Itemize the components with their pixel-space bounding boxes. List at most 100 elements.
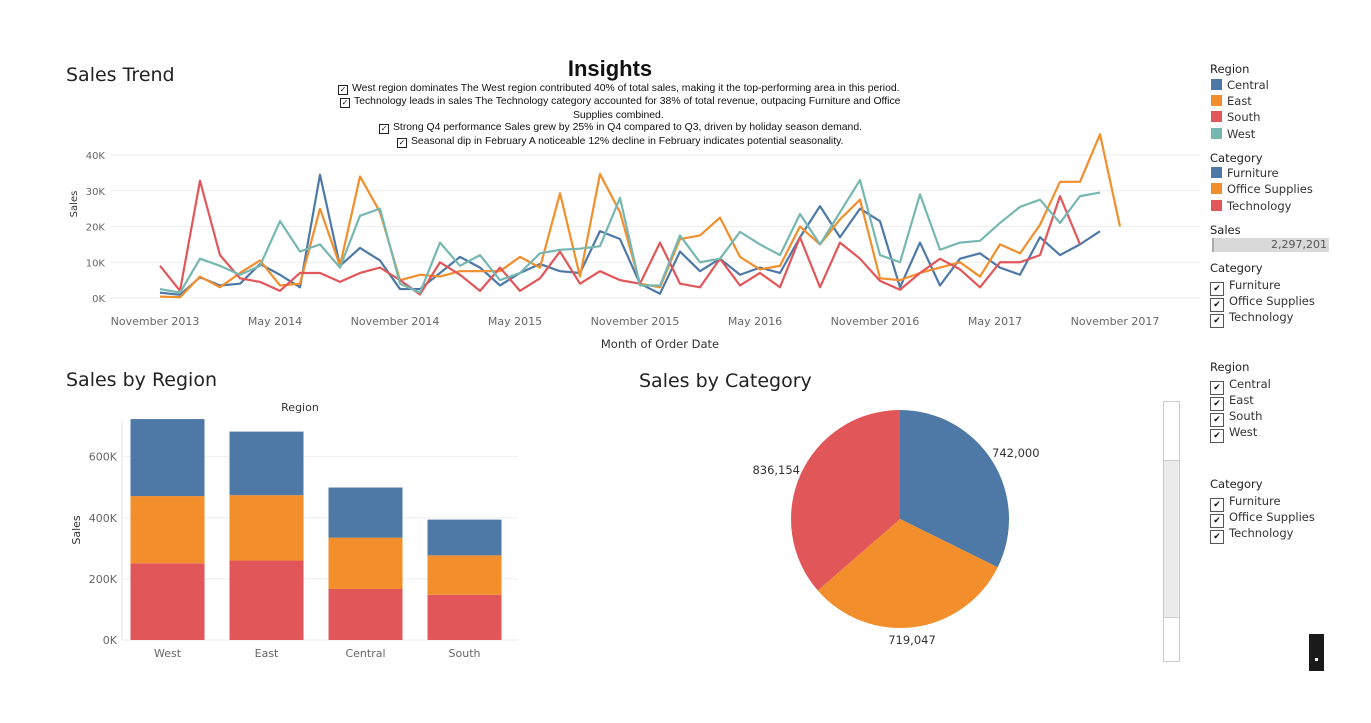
sales-range-slider[interactable]: 2,297,201 <box>1212 238 1329 252</box>
checkbox-icon: ✓ <box>397 138 407 148</box>
checkbox[interactable]: ✔ <box>1210 530 1224 544</box>
legend-label: East <box>1227 94 1252 108</box>
filter-label: Office Supplies <box>1229 510 1315 524</box>
bar-segment-technology <box>130 563 205 640</box>
filter-region-title: Region <box>1210 360 1250 374</box>
y-tick-label: 200K <box>89 573 118 586</box>
y-tick-label: 0K <box>92 294 105 305</box>
legend-region-title: Region <box>1210 62 1250 76</box>
y-axis-title: Sales <box>69 191 80 218</box>
legend-item-south[interactable]: South <box>1211 110 1260 124</box>
legend-item-technology[interactable]: Technology <box>1211 199 1291 213</box>
x-axis-title-top: Region <box>281 401 319 414</box>
bar-segment-office-supplies <box>427 555 502 595</box>
legend-item-central[interactable]: Central <box>1211 78 1269 92</box>
color-swatch <box>1211 167 1222 178</box>
filter-label: Technology <box>1229 526 1294 540</box>
color-swatch <box>1211 79 1222 90</box>
x-tick-label: May 2014 <box>248 315 302 328</box>
insight-text: West region dominates The West region co… <box>352 83 900 94</box>
filter-category-title: Category <box>1210 261 1263 275</box>
color-swatch <box>1211 200 1222 211</box>
sales-trend-title: Sales Trend <box>66 64 175 86</box>
legend-item-furniture[interactable]: Furniture <box>1211 166 1279 180</box>
sales-by-region-title: Sales by Region <box>66 369 217 391</box>
x-tick-label: November 2015 <box>591 315 680 328</box>
legend-label: Office Supplies <box>1227 182 1313 196</box>
x-tick-label: South <box>449 647 481 660</box>
sales-by-category-title: Sales by Category <box>639 370 812 392</box>
bar-segment-technology <box>229 560 304 640</box>
bar-segment-furniture <box>130 419 205 497</box>
y-tick-label: 400K <box>89 512 118 525</box>
insight-text: Seasonal dip in February A noticeable 12… <box>411 136 844 147</box>
filter-label: East <box>1229 393 1254 407</box>
insight-text: Supplies combined. <box>573 110 664 121</box>
filter-checkbox-technology[interactable]: ✔ Technology <box>1210 310 1293 328</box>
x-tick-label: November 2013 <box>111 315 200 328</box>
color-swatch <box>1211 183 1222 194</box>
filter-label: West <box>1229 425 1258 439</box>
scrollbar[interactable] <box>1163 401 1180 662</box>
x-tick-label: November 2017 <box>1071 315 1160 328</box>
checkbox[interactable]: ✔ <box>1210 429 1224 443</box>
x-tick-label: November 2014 <box>351 315 440 328</box>
checkbox-icon: ✓ <box>338 85 348 95</box>
bar-segment-technology <box>328 588 403 640</box>
sales-value: 2,297,201 <box>1271 238 1327 251</box>
insight-text: Strong Q4 performance Sales grew by 25% … <box>393 122 862 133</box>
y-tick-label: 30K <box>86 187 106 198</box>
sales-by-region-chart: Region 0K 200K 400K 600K Sales West East Central… <box>70 401 518 660</box>
legend-label: Central <box>1227 78 1269 92</box>
insight-item: ✓ West region dominates The West region c… <box>338 82 900 95</box>
y-tick-label: 40K <box>86 151 106 162</box>
filter-checkbox-west[interactable]: ✔ West <box>1210 425 1257 443</box>
bar-segment-technology <box>427 594 502 640</box>
bar-segment-furniture <box>427 519 502 556</box>
x-tick-label: May 2015 <box>488 315 542 328</box>
insight-item: ✓ Technology leads in sales The Technolog… <box>340 95 900 108</box>
color-swatch <box>1211 111 1222 122</box>
legend-category-title: Category <box>1210 151 1263 165</box>
insight-item: ✓ Strong Q4 performance Sales grew by 25%… <box>379 121 862 134</box>
sales-by-category-chart: 742,000 719,047 836,154 <box>752 410 1040 647</box>
dot-icon <box>1315 658 1318 661</box>
filter-checkbox-technology[interactable]: ✔ Technology <box>1210 526 1293 544</box>
scrollbar-thumb[interactable] <box>1164 460 1179 618</box>
filter-label: Central <box>1229 377 1271 391</box>
legend-item-west[interactable]: West <box>1211 127 1255 141</box>
filter-label: Technology <box>1229 310 1294 324</box>
legend-item-office-supplies[interactable]: Office Supplies <box>1211 182 1313 196</box>
bar-segment-office-supplies <box>229 495 304 561</box>
x-tick-label: Central <box>345 647 385 660</box>
bar-segment-office-supplies <box>130 496 205 564</box>
y-tick-label: 600K <box>89 451 118 464</box>
checkbox[interactable]: ✔ <box>1210 314 1224 328</box>
insight-text: Technology leads in sales The Technology… <box>354 96 901 107</box>
y-tick-label: 20K <box>86 223 106 234</box>
corner-widget[interactable] <box>1309 634 1324 671</box>
checkbox-icon: ✓ <box>379 124 389 134</box>
insights-title: Insights <box>567 56 653 81</box>
sales-trend-chart: 0K 10K 20K 30K 40K November 2013 May 2014 Novem… <box>69 133 1200 351</box>
sales-filter-title: Sales <box>1210 223 1241 237</box>
pie-label: 836,154 <box>752 463 800 477</box>
filter-category-title: Category <box>1210 477 1263 491</box>
legend-label: Furniture <box>1227 166 1279 180</box>
bar-segment-furniture <box>229 431 304 496</box>
bar-segment-office-supplies <box>328 537 403 589</box>
filter-label: Office Supplies <box>1229 294 1315 308</box>
insight-item: ✓ Seasonal dip in February A noticeable 1… <box>397 135 843 148</box>
x-axis-title: Month of Order Date <box>601 337 719 351</box>
pie-label: 742,000 <box>992 446 1040 460</box>
filter-label: South <box>1229 409 1263 423</box>
x-tick-label: May 2017 <box>968 315 1022 328</box>
color-swatch <box>1211 95 1222 106</box>
y-tick-label: 10K <box>86 258 106 269</box>
bar-segment-furniture <box>328 487 403 538</box>
color-swatch <box>1211 128 1222 139</box>
x-tick-label: May 2016 <box>728 315 782 328</box>
y-axis-title: Sales <box>70 515 83 545</box>
legend-item-east[interactable]: East <box>1211 94 1252 108</box>
pie-label: 719,047 <box>888 633 936 647</box>
